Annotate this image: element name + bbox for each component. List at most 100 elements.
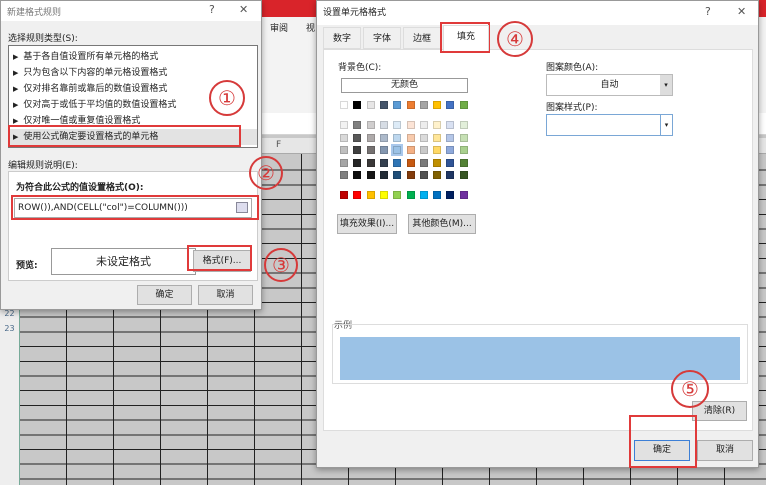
color-swatch[interactable]	[406, 158, 415, 167]
color-swatch[interactable]	[393, 158, 402, 167]
color-swatch[interactable]	[353, 158, 362, 167]
dialog-title: 新建格式规则	[7, 8, 62, 18]
color-swatch[interactable]	[419, 121, 428, 129]
color-swatch[interactable]	[366, 158, 375, 167]
color-swatch[interactable]	[393, 171, 402, 179]
color-swatch[interactable]	[379, 101, 388, 109]
color-swatch[interactable]	[433, 191, 442, 199]
cancel-button[interactable]: 取消	[198, 285, 253, 305]
color-swatch[interactable]	[459, 121, 468, 129]
color-swatch[interactable]	[353, 191, 362, 199]
tab-fill[interactable]: 填充	[443, 25, 489, 51]
color-swatch[interactable]	[379, 158, 388, 167]
row-number[interactable]: 23	[0, 324, 19, 333]
color-swatch[interactable]	[379, 121, 388, 129]
color-swatch[interactable]	[446, 101, 455, 109]
color-swatch[interactable]	[393, 101, 402, 109]
color-swatch[interactable]	[446, 171, 455, 179]
color-swatch[interactable]	[366, 133, 375, 142]
color-swatch[interactable]	[433, 158, 442, 167]
pattern-style-select[interactable]: ▾	[546, 114, 673, 136]
color-swatch[interactable]	[366, 191, 375, 199]
rule-type-item[interactable]: ▶ 只为包含以下内容的单元格设置格式	[13, 65, 257, 81]
close-button[interactable]: ✕	[737, 5, 746, 18]
color-swatch[interactable]	[340, 191, 348, 199]
color-swatch[interactable]	[353, 171, 362, 179]
color-swatch[interactable]	[353, 133, 362, 142]
color-swatch[interactable]	[406, 191, 415, 199]
annotation-4: ④	[497, 21, 533, 57]
color-swatch[interactable]	[393, 133, 402, 142]
color-swatch[interactable]	[433, 121, 442, 129]
color-swatch[interactable]	[393, 191, 402, 199]
color-swatch[interactable]	[340, 133, 348, 142]
color-swatch[interactable]	[353, 121, 362, 129]
tab-font[interactable]: 字体	[363, 27, 401, 49]
color-swatch[interactable]	[446, 191, 455, 199]
color-swatch[interactable]	[340, 146, 348, 154]
row-number[interactable]: 22	[0, 309, 19, 318]
color-swatch[interactable]	[393, 121, 402, 129]
cancel-button[interactable]: 取消	[697, 440, 753, 461]
color-swatch[interactable]	[391, 144, 404, 156]
color-swatch[interactable]	[459, 171, 468, 179]
color-swatch[interactable]	[446, 121, 455, 129]
color-swatch[interactable]	[433, 133, 442, 142]
color-swatch[interactable]	[459, 146, 468, 154]
color-swatch[interactable]	[419, 101, 428, 109]
color-swatch[interactable]	[366, 101, 375, 109]
close-button[interactable]: ✕	[239, 3, 248, 16]
help-button[interactable]: ?	[705, 5, 711, 18]
color-swatch[interactable]	[353, 146, 362, 154]
color-swatch[interactable]	[379, 171, 388, 179]
help-button[interactable]: ?	[209, 3, 215, 16]
ribbon-tab-review[interactable]: 审阅	[270, 21, 288, 34]
color-swatch[interactable]	[433, 171, 442, 179]
more-colors-button[interactable]: 其他颜色(M)...	[408, 214, 476, 234]
column-f-header[interactable]: F	[276, 140, 281, 150]
chevron-down-icon[interactable]: ▾	[660, 75, 672, 95]
color-swatch[interactable]	[459, 158, 468, 167]
color-swatch[interactable]	[446, 146, 455, 154]
triangle-right-icon: ▶	[13, 101, 19, 109]
color-swatch[interactable]	[353, 101, 362, 109]
color-swatch[interactable]	[406, 121, 415, 129]
color-swatch[interactable]	[419, 146, 428, 154]
color-swatch[interactable]	[366, 146, 375, 154]
color-swatch[interactable]	[459, 191, 468, 199]
color-swatch[interactable]	[340, 171, 348, 179]
color-swatch[interactable]	[459, 133, 468, 142]
color-swatch[interactable]	[366, 121, 375, 129]
color-swatch[interactable]	[419, 133, 428, 142]
color-swatch[interactable]	[419, 171, 428, 179]
color-swatch[interactable]	[446, 133, 455, 142]
chevron-down-icon[interactable]: ▾	[660, 115, 672, 135]
color-swatch[interactable]	[379, 191, 388, 199]
tab-number[interactable]: 数字	[323, 27, 361, 49]
color-swatch[interactable]	[406, 101, 415, 109]
color-swatch[interactable]	[433, 101, 442, 109]
ok-button[interactable]: 确定	[137, 285, 192, 305]
rule-type-item[interactable]: ▶ 基于各自值设置所有单元格的格式	[13, 49, 257, 65]
ribbon-tab-view[interactable]: 视	[306, 21, 315, 34]
color-swatch[interactable]	[419, 191, 428, 199]
color-swatch[interactable]	[459, 101, 468, 109]
color-swatch[interactable]	[446, 158, 455, 167]
color-swatch[interactable]	[379, 146, 388, 154]
fill-effects-button[interactable]: 填充效果(I)...	[337, 214, 397, 234]
color-swatch[interactable]	[406, 133, 415, 142]
rule-type-label: 仅对高于或低于平均值的数值设置格式	[23, 100, 177, 110]
color-swatch[interactable]	[340, 101, 348, 109]
color-swatch[interactable]	[340, 158, 348, 167]
color-swatch[interactable]	[379, 133, 388, 142]
pattern-color-select[interactable]: 自动 ▾	[546, 74, 673, 96]
color-swatch[interactable]	[419, 158, 428, 167]
color-swatch[interactable]	[406, 146, 415, 154]
no-color-button[interactable]: 无颜色	[341, 78, 468, 93]
color-swatch[interactable]	[340, 121, 348, 129]
color-swatch[interactable]	[406, 171, 415, 179]
color-swatch[interactable]	[433, 146, 442, 154]
tab-border[interactable]: 边框	[403, 27, 441, 49]
color-swatch[interactable]	[366, 171, 375, 179]
triangle-right-icon: ▶	[13, 85, 19, 93]
